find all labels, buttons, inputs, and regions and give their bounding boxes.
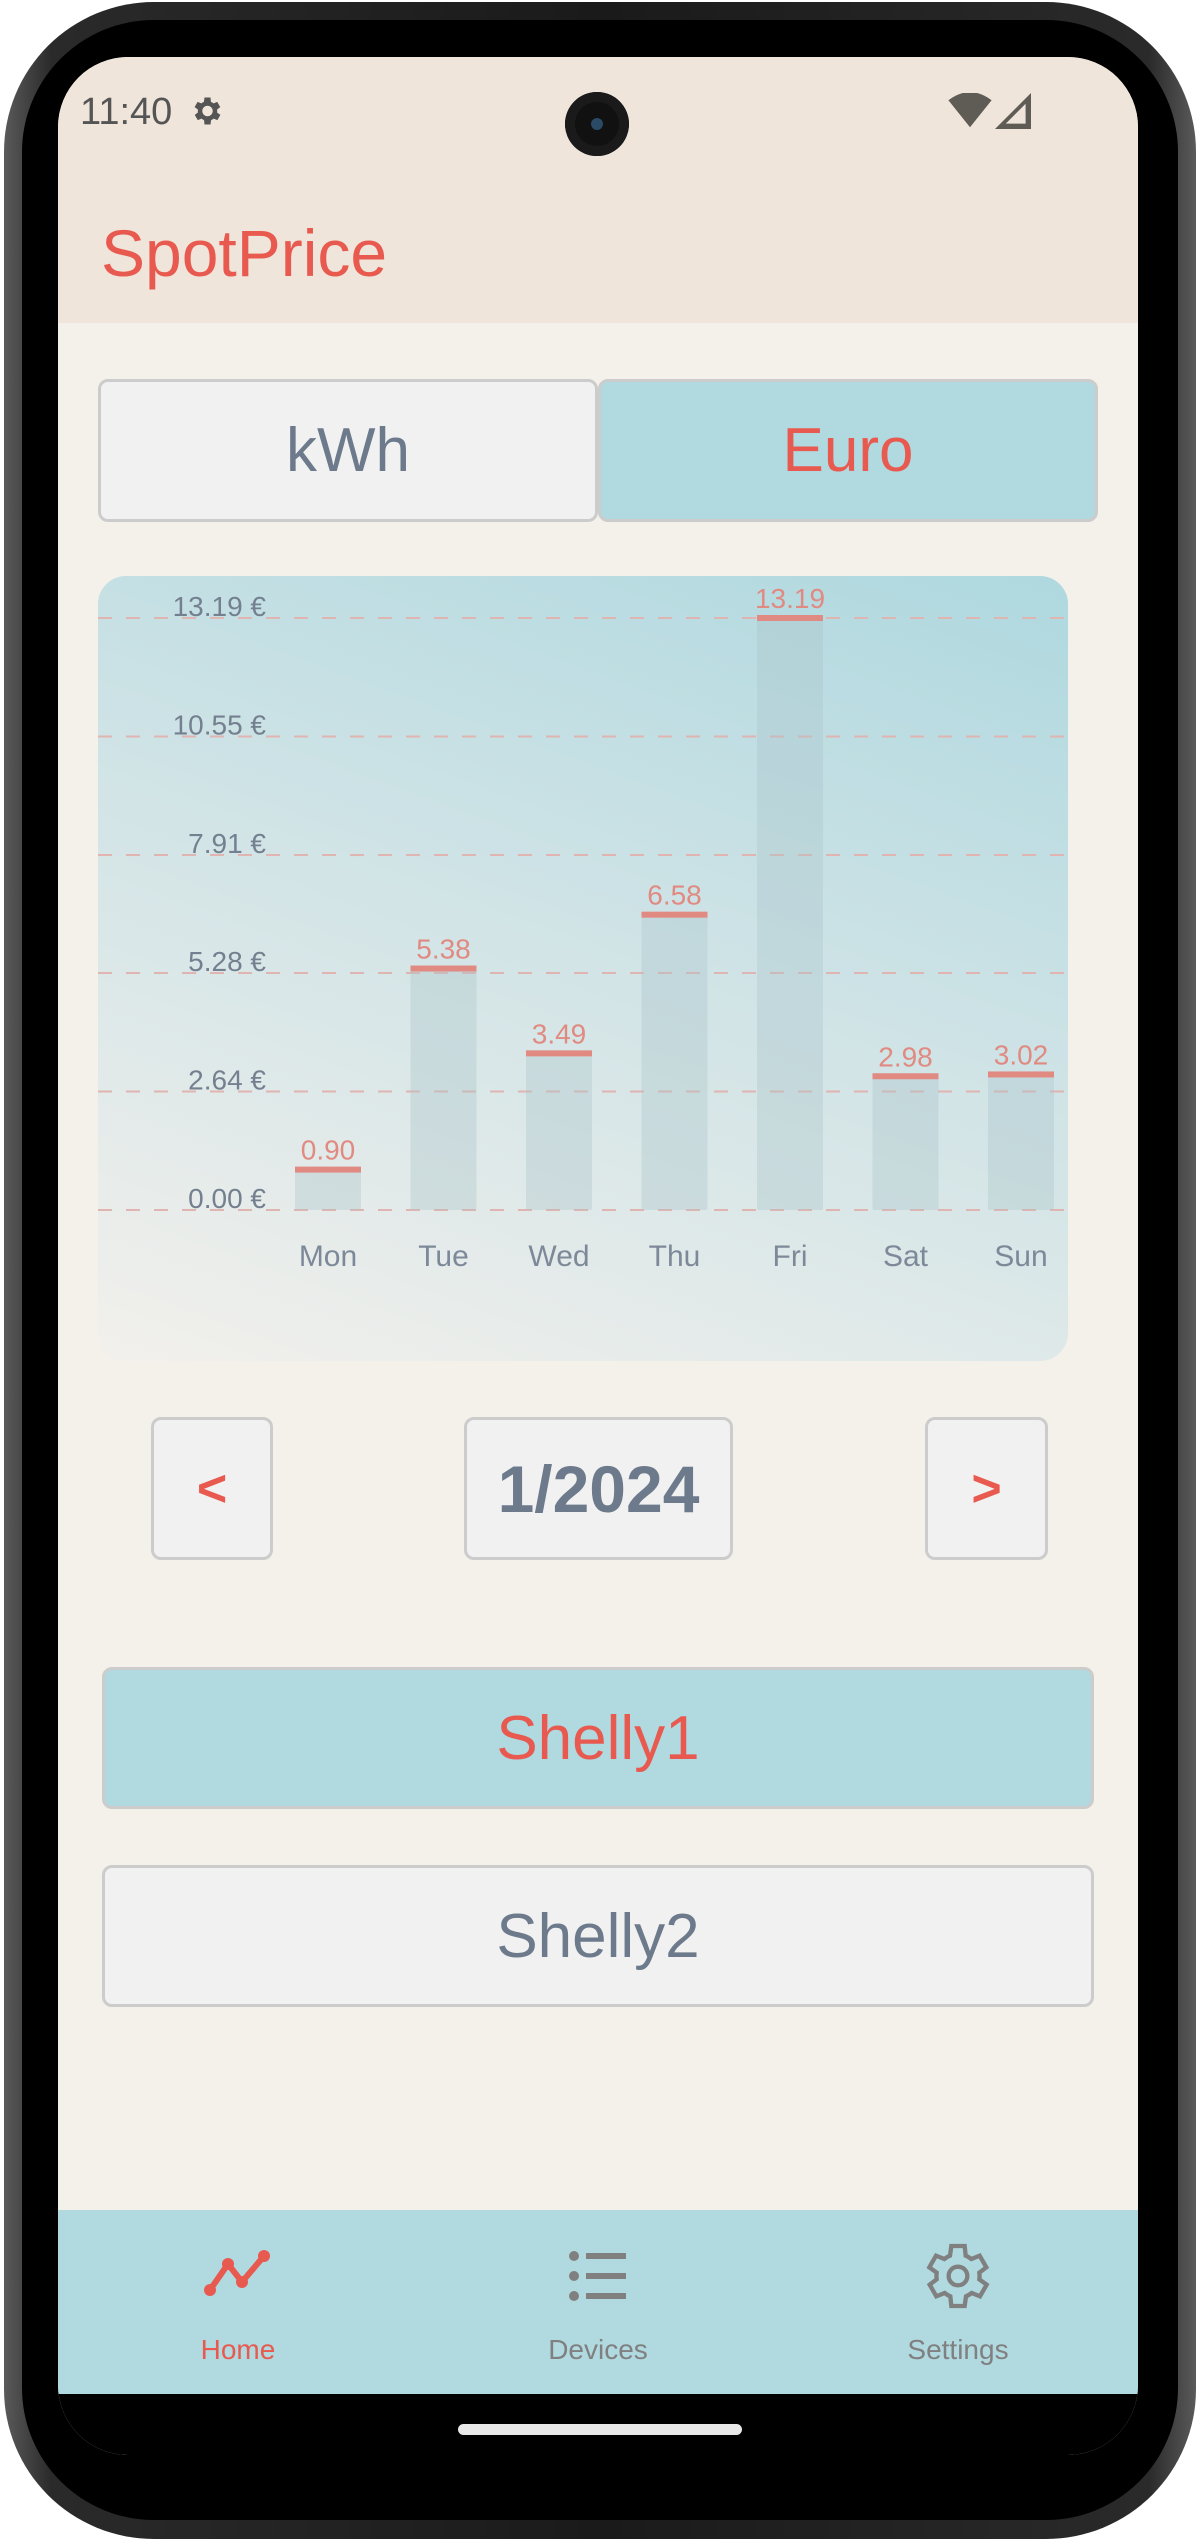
x-tick-label: Mon: [299, 1240, 357, 1273]
front-camera: [565, 92, 629, 156]
x-tick-label: Fri: [773, 1240, 808, 1273]
bar-top-marker: [872, 1073, 939, 1080]
nav-label-settings: Settings: [907, 2334, 1009, 2365]
unit-toggle-euro-label: Euro: [782, 416, 914, 485]
x-tick-label: Wed: [528, 1240, 589, 1273]
app-bar: SpotPrice: [58, 157, 1138, 323]
previous-period-label: <: [196, 1459, 228, 1518]
x-tick-label: Thu: [649, 1240, 701, 1273]
weekly-price-chart: 0.00 € 2.64 € 5.28 € 7.91 € 10.55 € 13.19 € 0.…: [98, 576, 1068, 1361]
y-tick-label: 2.64 €: [188, 1065, 266, 1096]
period-display-button[interactable]: 1/2024: [464, 1417, 733, 1560]
bar-top-marker: [526, 1050, 592, 1057]
y-tick-label: 10.55 €: [173, 709, 267, 740]
x-tick-label: Sat: [883, 1240, 929, 1273]
bar-value-label: 3.02: [994, 1039, 1049, 1070]
bar-value-label: 3.49: [532, 1018, 587, 1049]
bar-top-marker: [295, 1166, 361, 1173]
y-tick-label: 5.28 €: [188, 946, 266, 977]
unit-toggle-kwh-label: kWh: [286, 416, 410, 485]
screen: 11:40 SpotPrice kWh Euro 0.00 € 2.64 € 5.2…: [58, 57, 1138, 2455]
previous-period-button[interactable]: <: [151, 1417, 273, 1560]
bar-value-label: 0.90: [301, 1135, 356, 1166]
unit-toggle-euro[interactable]: Euro: [598, 379, 1098, 522]
y-tick-label: 13.19 €: [173, 591, 267, 622]
x-tick-label: Sun: [994, 1240, 1047, 1273]
bar-top-marker: [641, 911, 708, 918]
status-time: 11:40: [80, 91, 173, 133]
bar-value-label: 13.19: [755, 583, 825, 614]
main-content: kWh Euro 0.00 € 2.64 € 5.28 € 7.91 € 10.55 €…: [58, 323, 1138, 2267]
chart-canvas: 0.00 € 2.64 € 5.28 € 7.91 € 10.55 € 13.19 € 0.…: [98, 583, 1068, 1273]
gear-icon: [926, 2243, 990, 2309]
wifi-icon: [948, 93, 992, 128]
bar: [410, 968, 477, 1210]
app-title: SpotPrice: [101, 216, 388, 290]
bar: [641, 914, 708, 1210]
nav-label-devices: Devices: [548, 2334, 648, 2365]
signal-icon: [995, 93, 1031, 129]
bar: [872, 1076, 939, 1210]
nav-item-devices[interactable]: Devices: [418, 2210, 778, 2394]
period-label: 1/2024: [497, 1451, 700, 1526]
nav-label-home: Home: [200, 2334, 276, 2365]
device-button-shelly2[interactable]: Shelly2: [102, 1865, 1094, 2007]
nav-item-settings[interactable]: Settings: [778, 2210, 1138, 2394]
device-button-shelly1[interactable]: Shelly1: [102, 1667, 1094, 1809]
y-tick-label: 7.91 €: [188, 828, 266, 859]
list-icon: [569, 2251, 626, 2301]
bottom-navigation: Home Devices Settings: [58, 2210, 1138, 2394]
home-gesture-bar[interactable]: [458, 2424, 742, 2435]
bar-top-marker: [988, 1071, 1054, 1078]
bar-top-marker: [410, 965, 477, 972]
bar: [988, 1074, 1054, 1210]
y-tick-label: 0.00 €: [188, 1183, 266, 1214]
bar: [295, 1169, 361, 1210]
bar: [757, 618, 823, 1210]
gear-icon: [194, 97, 221, 125]
x-tick-label: Tue: [418, 1240, 469, 1273]
gesture-area: [58, 2394, 1138, 2455]
bar-value-label: 5.38: [416, 934, 471, 965]
device-label: Shelly2: [496, 1901, 700, 1971]
chart-line-icon: [204, 2250, 270, 2296]
device-label: Shelly1: [496, 1703, 700, 1773]
bar-value-label: 6.58: [647, 880, 702, 911]
bar-value-label: 2.98: [878, 1041, 933, 1072]
unit-toggle-kwh[interactable]: kWh: [98, 379, 598, 522]
nav-item-home[interactable]: Home: [58, 2210, 418, 2394]
bar: [526, 1053, 592, 1210]
next-period-button[interactable]: >: [925, 1417, 1048, 1560]
next-period-label: >: [971, 1459, 1002, 1518]
bar-top-marker: [757, 615, 823, 621]
